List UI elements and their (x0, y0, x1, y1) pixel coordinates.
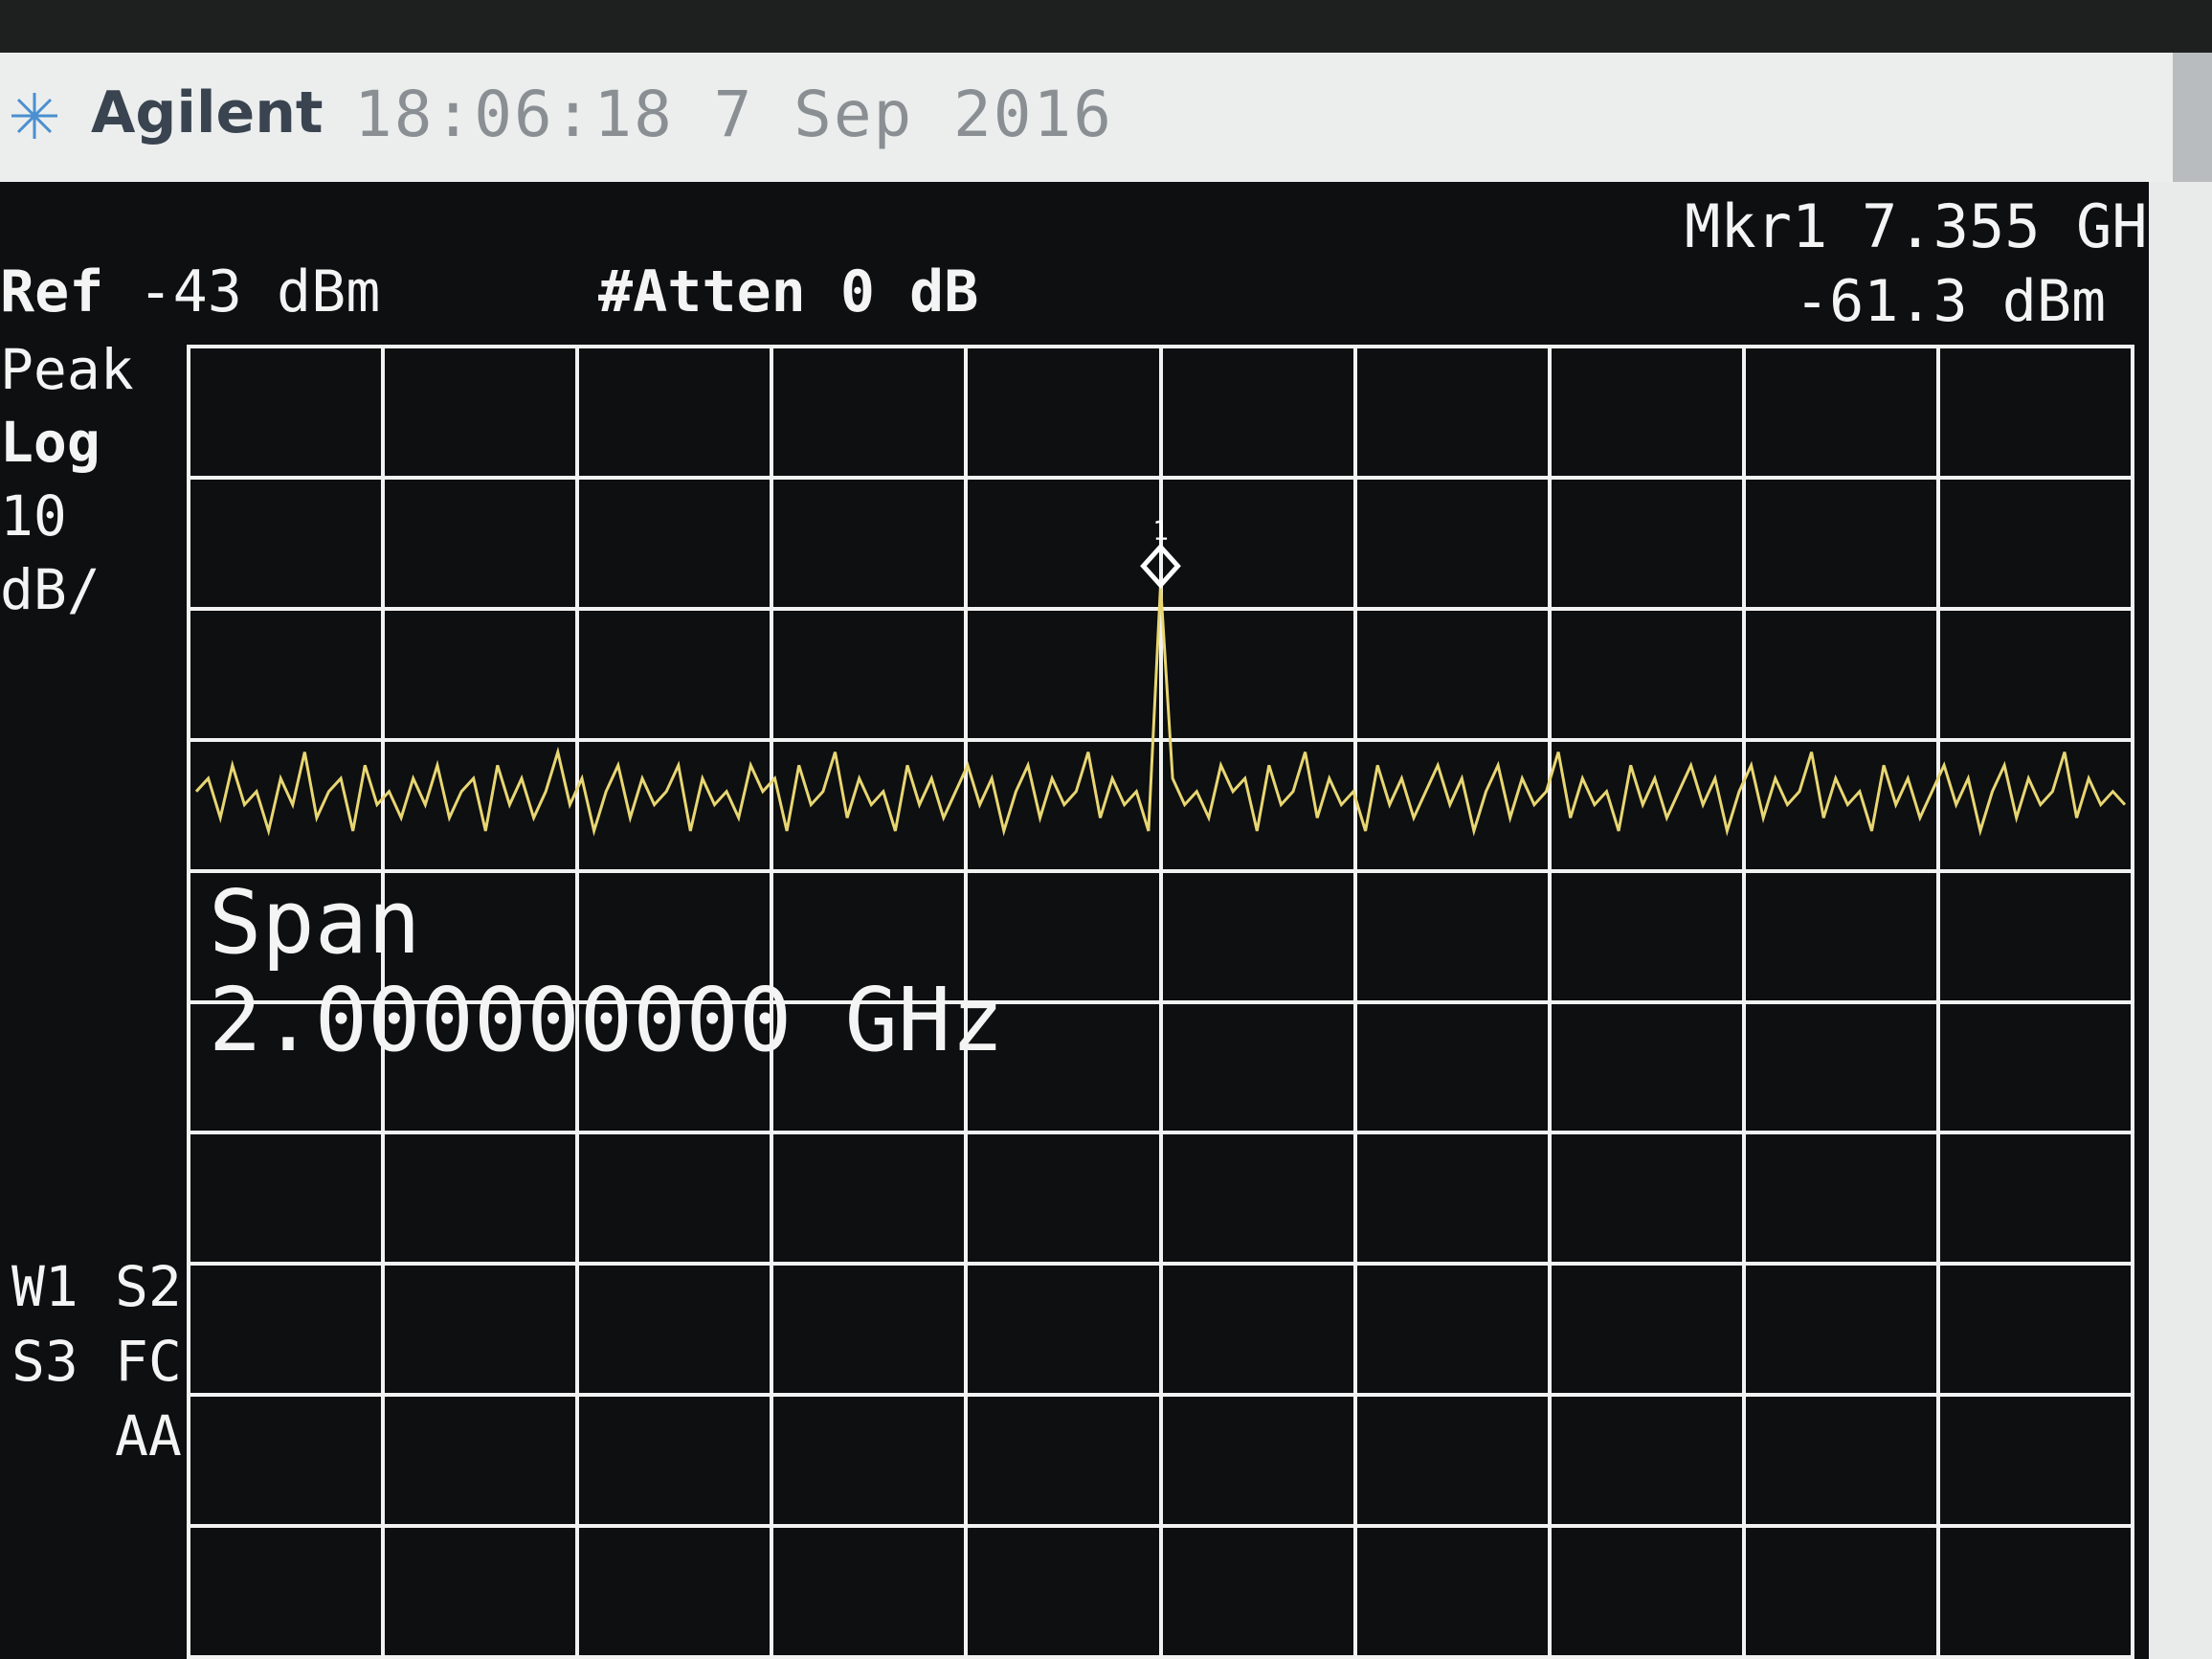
ref-label: Ref (0, 258, 104, 325)
status-s3: S3 (11, 1329, 78, 1394)
agilent-spark-icon (11, 93, 57, 139)
status-w1: W1 (11, 1254, 78, 1319)
span-label: Span (209, 871, 421, 974)
analyzer-screen: Ref -43 dBm #Atten 0 dB Mkr1 7.355 GHz -… (0, 182, 2183, 1659)
marker-frequency: 7.355 GHz (1862, 191, 2183, 261)
screen-header: Agilent 18:06:18 7 Sep 2016 (0, 53, 2173, 182)
detector-mode: Peak (0, 337, 134, 402)
analyzer-photo: Agilent 18:06:18 7 Sep 2016 Ref -43 dBm … (0, 0, 2212, 1659)
bezel-top (0, 0, 2212, 53)
reference-level: Ref -43 dBm (0, 258, 380, 325)
attenuation: #Atten 0 dB (598, 258, 979, 325)
status-s2: S2 (115, 1254, 182, 1319)
scale-unit: dB/ (0, 557, 101, 622)
marker-amplitude: -61.3 dBm (1795, 268, 2107, 335)
brand-name: Agilent (91, 79, 324, 146)
marker-label: Mkr1 (1685, 191, 1828, 261)
timestamp: 18:06:18 7 Sep 2016 (354, 78, 1113, 151)
marker-number: 1 (1152, 514, 1169, 546)
scale-type: Log (0, 410, 101, 475)
scale-value: 10 (0, 483, 67, 549)
status-fc: FC (115, 1329, 182, 1394)
span-value: 2.000000000 GHz (209, 969, 1004, 1071)
status-aa: AA (115, 1403, 182, 1468)
ref-value: -43 dBm (138, 258, 381, 325)
bezel-right (2149, 182, 2212, 1659)
